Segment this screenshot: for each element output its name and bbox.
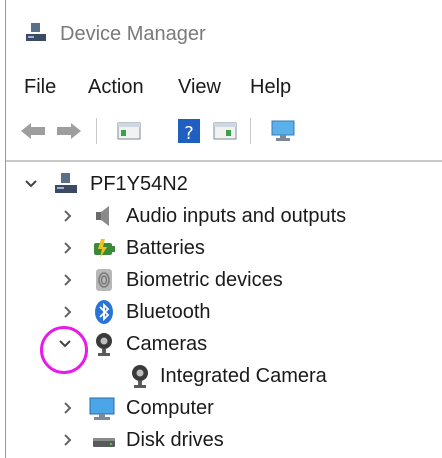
window-title: Device Manager <box>60 23 206 45</box>
tree-item-label: Computer <box>126 397 214 419</box>
tree-item-label: Biometric devices <box>126 269 283 291</box>
speaker-icon <box>96 206 109 226</box>
device-manager-app-icon <box>26 23 46 41</box>
tree-item-audio[interactable]: Audio inputs and outputs <box>6 200 442 232</box>
tree-item-computer[interactable]: Computer <box>6 392 442 424</box>
menu-file[interactable]: File <box>24 76 56 99</box>
tree-item-disk-drives[interactable]: Disk drives <box>6 424 442 456</box>
tree-item-label: Batteries <box>126 237 205 259</box>
tree-item-label: Audio inputs and outputs <box>126 205 347 227</box>
camera-icon <box>96 333 112 356</box>
disk-drive-icon <box>93 438 115 447</box>
title-bar: Device Manager <box>6 18 442 58</box>
properties-icon[interactable] <box>114 116 144 146</box>
menu-help[interactable]: Help <box>250 76 291 99</box>
device-tree: PF1Y54N2 Audio inputs and outputs Batter… <box>6 162 442 458</box>
battery-icon <box>94 239 115 258</box>
help-icon[interactable]: ? <box>174 116 204 146</box>
monitor-icon <box>89 397 115 420</box>
camera-icon <box>132 365 148 388</box>
tree-item-label: Integrated Camera <box>160 365 327 387</box>
back-icon[interactable] <box>18 116 48 146</box>
chevron-right-icon[interactable] <box>60 302 74 322</box>
computer-tower-icon <box>55 173 77 193</box>
fingerprint-icon <box>96 269 112 291</box>
tree-item-label: Bluetooth <box>126 301 211 323</box>
highlight-circle-annotation <box>40 326 88 374</box>
tree-item-batteries[interactable]: Batteries <box>6 232 442 264</box>
tree-root-label: PF1Y54N2 <box>90 173 188 195</box>
forward-icon[interactable] <box>54 116 84 146</box>
svg-text:?: ? <box>184 123 194 144</box>
chevron-right-icon[interactable] <box>60 270 74 290</box>
update-driver-icon[interactable] <box>210 116 240 146</box>
tree-item-label: Cameras <box>126 333 208 355</box>
chevron-right-icon[interactable] <box>60 430 74 450</box>
tree-root-node[interactable]: PF1Y54N2 <box>6 168 442 200</box>
tree-item-biometric[interactable]: Biometric devices <box>6 264 442 296</box>
chevron-right-icon[interactable] <box>60 206 74 226</box>
toolbar: ? <box>6 110 442 150</box>
scan-hardware-icon[interactable] <box>268 116 298 146</box>
tree-item-bluetooth[interactable]: Bluetooth <box>6 296 442 328</box>
device-manager-window: Device Manager File Action View Help ? P… <box>5 0 442 458</box>
chevron-right-icon[interactable] <box>60 398 74 418</box>
chevron-down-icon[interactable] <box>24 174 38 194</box>
menu-bar: File Action View Help <box>6 70 442 104</box>
menu-view[interactable]: View <box>178 76 221 99</box>
toolbar-separator <box>96 118 97 144</box>
bluetooth-icon <box>95 300 113 324</box>
tree-item-label: Disk drives <box>126 429 224 451</box>
menu-action[interactable]: Action <box>88 76 144 99</box>
toolbar-separator <box>250 118 251 144</box>
chevron-right-icon[interactable] <box>60 238 74 258</box>
